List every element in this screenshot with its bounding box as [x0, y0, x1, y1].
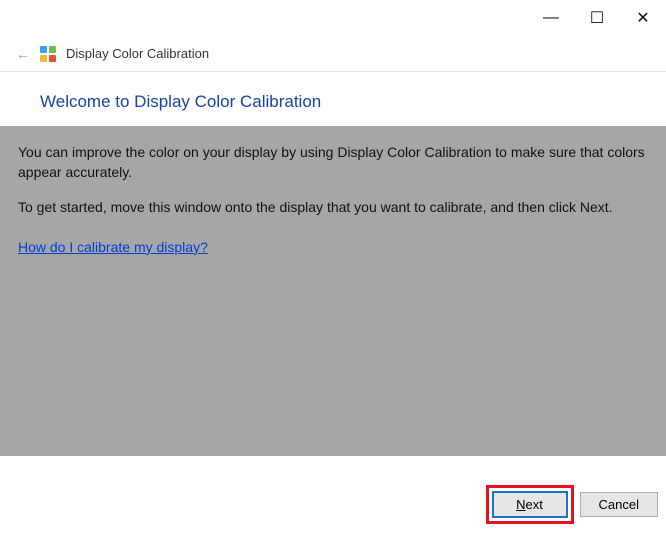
- close-icon: ✕: [636, 8, 649, 28]
- footer-bar: Next Cancel: [0, 474, 666, 534]
- content-area: You can improve the color on your displa…: [0, 126, 666, 456]
- app-icon: [40, 46, 56, 62]
- cancel-button[interactable]: Cancel: [580, 492, 658, 517]
- next-button[interactable]: Next: [492, 491, 568, 518]
- back-icon[interactable]: ←: [16, 47, 30, 61]
- minimize-button[interactable]: —: [528, 0, 574, 36]
- window-title: Display Color Calibration: [66, 46, 209, 61]
- page-heading: Welcome to Display Color Calibration: [40, 92, 626, 112]
- minimize-icon: —: [543, 9, 559, 27]
- close-button[interactable]: ✕: [620, 0, 666, 36]
- header-bar: ← Display Color Calibration: [0, 36, 666, 72]
- heading-area: Welcome to Display Color Calibration: [0, 72, 666, 126]
- maximize-button[interactable]: ☐: [574, 0, 620, 36]
- help-link[interactable]: How do I calibrate my display?: [18, 237, 208, 257]
- maximize-icon: ☐: [590, 8, 604, 28]
- next-button-highlight: Next: [486, 485, 574, 524]
- intro-paragraph-2: To get started, move this window onto th…: [18, 197, 648, 217]
- titlebar: — ☐ ✕: [0, 0, 666, 36]
- intro-paragraph-1: You can improve the color on your displa…: [18, 142, 648, 183]
